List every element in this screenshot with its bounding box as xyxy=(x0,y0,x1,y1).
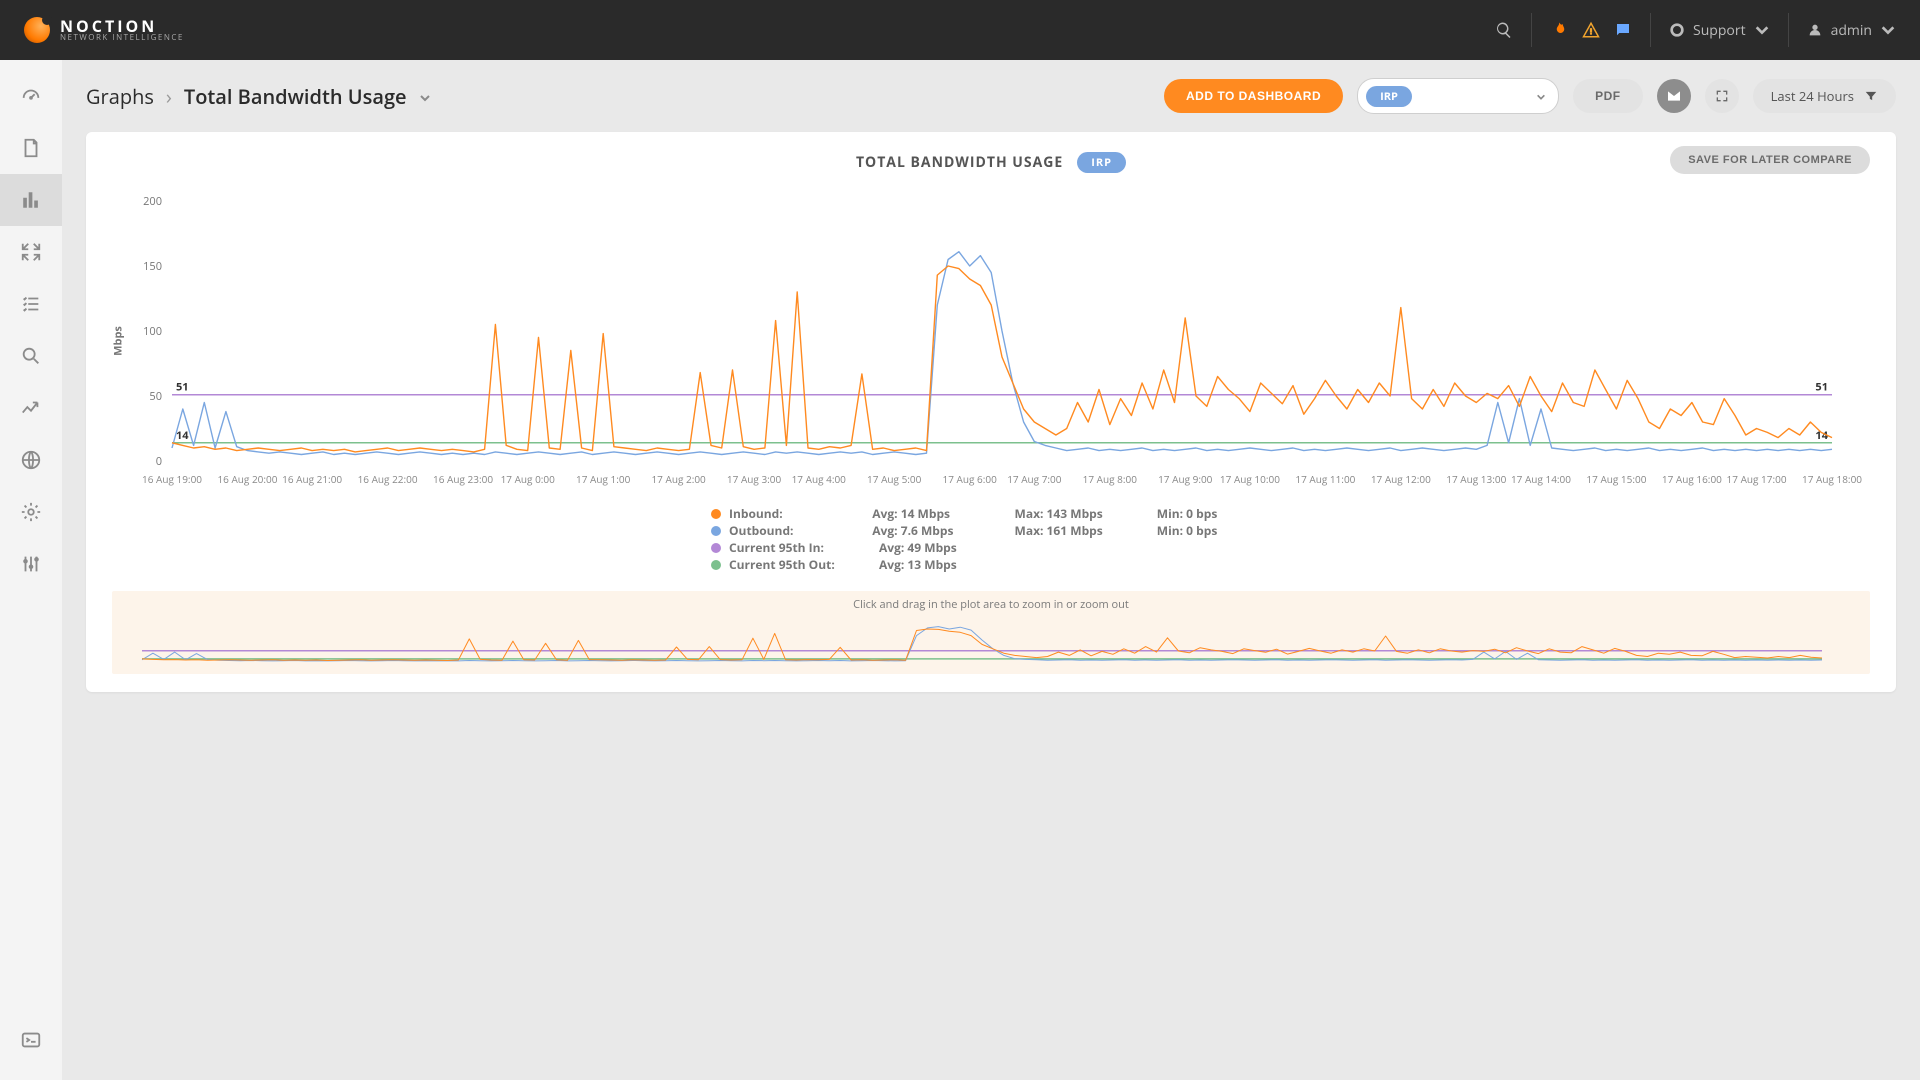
filter-icon xyxy=(1864,89,1878,103)
svg-text:17 Aug 9:00: 17 Aug 9:00 xyxy=(1158,472,1213,486)
svg-text:17 Aug 17:00: 17 Aug 17:00 xyxy=(1727,472,1787,486)
svg-text:16 Aug 23:00: 16 Aug 23:00 xyxy=(433,472,493,486)
breadcrumb-dropdown[interactable] xyxy=(419,83,431,110)
chart-badge: IRP xyxy=(1077,152,1126,173)
sidebar-item-sliders[interactable] xyxy=(0,538,62,590)
svg-text:17 Aug 6:00: 17 Aug 6:00 xyxy=(943,472,998,486)
legend-row-outbound: Outbound: Avg: 7.6 Mbps Max: 161 Mbps Mi… xyxy=(711,522,1271,539)
chevron-down-icon xyxy=(1880,22,1896,38)
brand-tagline: NETWORK INTELLIGENCE xyxy=(60,34,184,42)
pdf-button[interactable]: PDF xyxy=(1573,79,1643,113)
svg-text:0: 0 xyxy=(156,454,162,469)
sidebar-item-settings[interactable] xyxy=(0,486,62,538)
svg-text:17 Aug 15:00: 17 Aug 15:00 xyxy=(1586,472,1646,486)
overview-hint: Click and drag in the plot area to zoom … xyxy=(122,597,1860,612)
breadcrumb-sep: › xyxy=(166,83,172,110)
svg-text:17 Aug 18:00: 17 Aug 18:00 xyxy=(1802,472,1862,486)
user-icon xyxy=(1807,22,1823,38)
fullscreen-button[interactable] xyxy=(1705,79,1739,113)
legend-row-p95in: Current 95th In: Avg: 49 Mbps xyxy=(711,539,1271,556)
svg-text:17 Aug 10:00: 17 Aug 10:00 xyxy=(1220,472,1280,486)
svg-text:150: 150 xyxy=(143,259,162,274)
svg-text:16 Aug 19:00: 16 Aug 19:00 xyxy=(142,472,202,486)
breadcrumb-root[interactable]: Graphs xyxy=(86,83,154,110)
svg-text:16 Aug 21:00: 16 Aug 21:00 xyxy=(282,472,342,486)
svg-text:17 Aug 4:00: 17 Aug 4:00 xyxy=(792,472,847,486)
sidebar-item-reports[interactable] xyxy=(0,122,62,174)
main-content: Graphs › Total Bandwidth Usage ADD TO DA… xyxy=(62,60,1920,1080)
lifebuoy-icon xyxy=(1669,22,1685,38)
brand: NOCTION NETWORK INTELLIGENCE xyxy=(24,17,184,43)
svg-text:16 Aug 20:00: 16 Aug 20:00 xyxy=(217,472,277,486)
breadcrumb-page: Total Bandwidth Usage xyxy=(184,83,407,110)
chart-legend: Inbound: Avg: 14 Mbps Max: 143 Mbps Min:… xyxy=(711,505,1271,573)
svg-text:17 Aug 2:00: 17 Aug 2:00 xyxy=(651,472,706,486)
sidebar-item-graphs[interactable] xyxy=(0,174,62,226)
svg-text:51: 51 xyxy=(1815,380,1828,395)
main-chart[interactable]: Mbps 0 50 100 150 200 16 Aug 19:00 16 Aug 20:0… xyxy=(112,191,1870,491)
chevron-down-icon xyxy=(1754,22,1770,38)
search-icon[interactable] xyxy=(1495,21,1513,39)
source-selector[interactable]: IRP xyxy=(1357,78,1559,114)
legend-row-inbound: Inbound: Avg: 14 Mbps Max: 143 Mbps Min:… xyxy=(711,505,1271,522)
alert-triangle-icon[interactable] xyxy=(1582,21,1600,39)
support-label: Support xyxy=(1693,21,1746,40)
svg-text:17 Aug 3:00: 17 Aug 3:00 xyxy=(727,472,782,486)
chat-icon[interactable] xyxy=(1614,21,1632,39)
time-range-filter[interactable]: Last 24 Hours xyxy=(1753,79,1896,113)
sidebar-item-search[interactable] xyxy=(0,330,62,382)
sidebar-item-compress[interactable] xyxy=(0,226,62,278)
sidebar-item-console[interactable] xyxy=(0,1014,62,1066)
top-navbar: NOCTION NETWORK INTELLIGENCE Support adm… xyxy=(0,0,1920,60)
save-for-compare-button[interactable]: SAVE FOR LATER COMPARE xyxy=(1670,146,1870,174)
y-axis-label: Mbps xyxy=(111,326,126,356)
chart-card: TOTAL BANDWIDTH USAGE IRP SAVE FOR LATER… xyxy=(86,132,1896,692)
legend-row-p95out: Current 95th Out: Avg: 13 Mbps xyxy=(711,556,1271,573)
user-label: admin xyxy=(1831,21,1872,40)
flame-icon[interactable] xyxy=(1550,21,1568,39)
brand-logo-icon xyxy=(24,17,50,43)
overview-panel[interactable]: Click and drag in the plot area to zoom … xyxy=(112,591,1870,674)
svg-text:17 Aug 8:00: 17 Aug 8:00 xyxy=(1083,472,1138,486)
add-to-dashboard-button[interactable]: ADD TO DASHBOARD xyxy=(1164,79,1343,113)
svg-text:51: 51 xyxy=(176,380,189,395)
user-menu[interactable]: admin xyxy=(1807,21,1896,40)
svg-text:17 Aug 12:00: 17 Aug 12:00 xyxy=(1371,472,1431,486)
support-menu[interactable]: Support xyxy=(1669,21,1770,40)
header-actions: ADD TO DASHBOARD IRP PDF Last 24 Hours xyxy=(1164,78,1896,114)
sidebar-item-dashboard[interactable] xyxy=(0,70,62,122)
sidebar-item-trend[interactable] xyxy=(0,382,62,434)
sidebar-item-globe[interactable] xyxy=(0,434,62,486)
svg-text:17 Aug 13:00: 17 Aug 13:00 xyxy=(1446,472,1506,486)
svg-text:50: 50 xyxy=(149,389,162,404)
breadcrumb: Graphs › Total Bandwidth Usage xyxy=(86,83,431,110)
source-chip: IRP xyxy=(1366,86,1412,107)
svg-text:14: 14 xyxy=(176,428,189,443)
svg-text:17 Aug 1:00: 17 Aug 1:00 xyxy=(576,472,631,486)
sidebar-item-checklist[interactable] xyxy=(0,278,62,330)
svg-text:17 Aug 11:00: 17 Aug 11:00 xyxy=(1295,472,1355,486)
chevron-down-icon xyxy=(1536,85,1546,107)
svg-text:17 Aug 0:00: 17 Aug 0:00 xyxy=(501,472,556,486)
svg-text:16 Aug 22:00: 16 Aug 22:00 xyxy=(358,472,418,486)
time-range-label: Last 24 Hours xyxy=(1771,87,1854,105)
svg-text:17 Aug 14:00: 17 Aug 14:00 xyxy=(1511,472,1571,486)
svg-text:100: 100 xyxy=(143,324,162,339)
left-sidebar xyxy=(0,60,63,1080)
page-header: Graphs › Total Bandwidth Usage ADD TO DA… xyxy=(86,60,1896,132)
svg-text:17 Aug 16:00: 17 Aug 16:00 xyxy=(1662,472,1722,486)
svg-text:200: 200 xyxy=(143,194,162,209)
chart-title: TOTAL BANDWIDTH USAGE xyxy=(856,153,1063,172)
svg-text:17 Aug 5:00: 17 Aug 5:00 xyxy=(867,472,922,486)
svg-text:17 Aug 7:00: 17 Aug 7:00 xyxy=(1007,472,1062,486)
email-button[interactable] xyxy=(1657,79,1691,113)
